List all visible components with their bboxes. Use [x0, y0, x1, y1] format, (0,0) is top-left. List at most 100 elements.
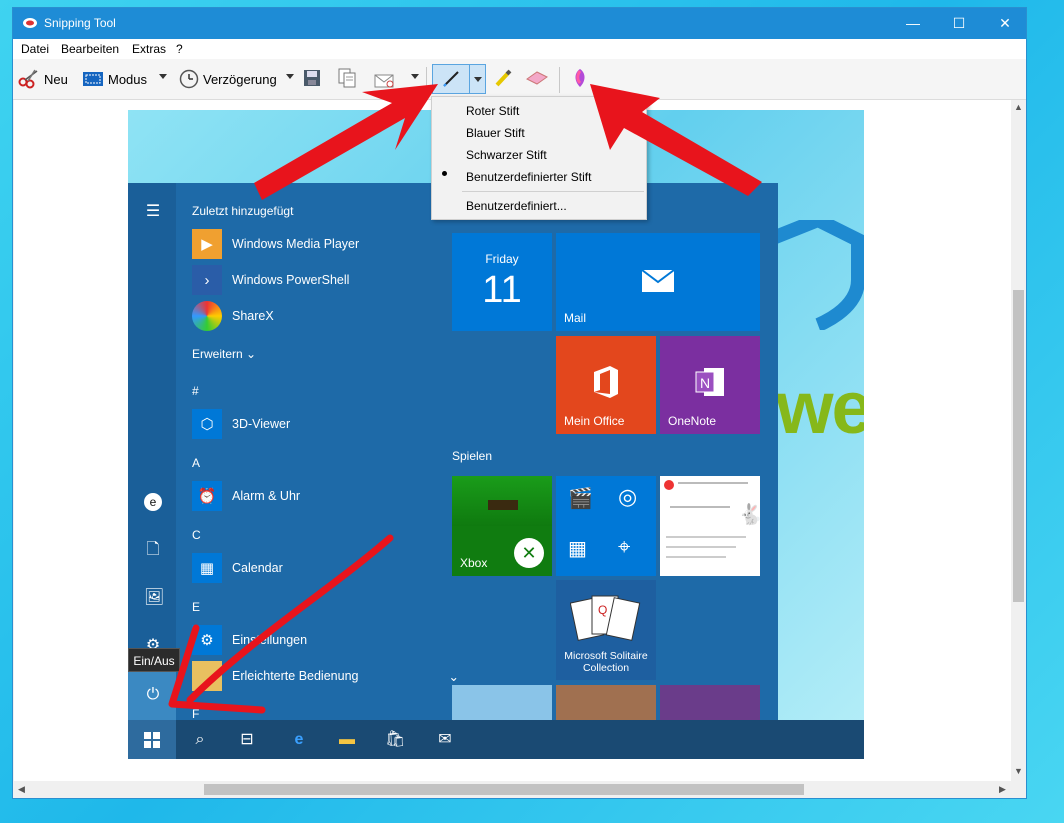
scroll-up-icon[interactable]: ▲: [1014, 102, 1023, 112]
app-3d-viewer[interactable]: ⬡ 3D-Viewer: [192, 408, 290, 440]
delay-dropdown-arrow-icon[interactable]: [286, 74, 294, 79]
expand-link[interactable]: Erweitern ⌄: [192, 347, 256, 361]
games-group-header: Spielen: [452, 449, 493, 463]
paint3d-icon[interactable]: [572, 67, 588, 89]
mode-dropdown-arrow-icon[interactable]: [159, 74, 167, 79]
maps-icon[interactable]: ⌖: [618, 534, 630, 560]
hamburger-icon[interactable]: ☰: [144, 203, 162, 221]
mode-label: Modus: [108, 71, 148, 87]
menu-extras[interactable]: Extras: [132, 42, 166, 56]
pen-dropdown-menu: Roter Stift Blauer Stift Schwarzer Stift…: [431, 96, 647, 220]
minimize-button[interactable]: —: [890, 8, 936, 39]
background-logo-text: we: [776, 366, 864, 449]
send-email-icon[interactable]: [373, 69, 397, 89]
taskbar: ⌕ ⊟ e ▬ 🛍 ✉: [128, 720, 864, 759]
calculator-icon[interactable]: ▦: [568, 536, 587, 561]
menu-item-red-pen[interactable]: Roter Stift: [466, 104, 519, 118]
vertical-scroll-thumb[interactable]: [1013, 290, 1024, 602]
office-icon: [594, 366, 618, 398]
onenote-icon: N: [695, 368, 724, 396]
toolbar-separator: [559, 67, 560, 93]
maximize-button[interactable]: ☐: [936, 8, 982, 39]
highlighter-icon[interactable]: [493, 68, 513, 88]
pictures-icon[interactable]: 🖼: [144, 589, 164, 607]
eraser-icon[interactable]: [525, 69, 549, 87]
chevron-down-icon: ⌄: [448, 669, 459, 684]
mail-taskbar-icon[interactable]: ✉: [435, 730, 455, 750]
menu-help[interactable]: ?: [176, 42, 183, 56]
tile-mein-office[interactable]: Mein Office: [556, 336, 656, 434]
save-icon[interactable]: [303, 69, 321, 87]
movies-icon[interactable]: 🎬: [568, 486, 593, 511]
pen-dropdown-arrow-icon[interactable]: [474, 77, 482, 82]
letter-header[interactable]: F: [192, 707, 199, 721]
playing-cards-icon: Q: [570, 595, 641, 641]
app-sharex[interactable]: ShareX: [192, 300, 274, 332]
app-alarm-clock[interactable]: ⏰ Alarm & Uhr: [192, 480, 300, 512]
delay-button[interactable]: Verzögerung: [179, 67, 277, 91]
app-accessibility[interactable]: Erleichterte Bedienung ⌄: [192, 660, 459, 692]
task-view-icon[interactable]: ⊟: [237, 730, 257, 750]
search-icon[interactable]: ⌕: [190, 730, 210, 750]
menu-item-customize[interactable]: Benutzerdefiniert...: [466, 199, 567, 213]
sharex-icon: [192, 301, 222, 331]
send-dropdown-arrow-icon[interactable]: [411, 74, 419, 79]
edge-icon[interactable]: e: [289, 730, 309, 750]
menu-bearbeiten[interactable]: Bearbeiten: [61, 42, 119, 56]
tile-small-group: 🎬 ◎ ▦ ⌖: [556, 476, 656, 576]
title-bar[interactable]: Snipping Tool — ☐ ✕: [13, 8, 1026, 39]
menu-bar: Datei Bearbeiten Extras ?: [13, 39, 1026, 59]
horizontal-scroll-thumb[interactable]: [204, 784, 804, 795]
tile-game-partial[interactable]: [660, 685, 760, 720]
letter-header[interactable]: C: [192, 528, 201, 542]
power-button[interactable]: ⏻: [128, 671, 176, 720]
scissors-icon: [18, 69, 38, 89]
horizontal-scrollbar[interactable]: ◀ ▶: [14, 781, 1011, 798]
tile-game-partial[interactable]: [556, 685, 656, 720]
rabbit-icon: 🐇: [738, 504, 763, 526]
rectangle-mode-icon: [83, 72, 103, 86]
tile-xbox[interactable]: Xbox ✕: [452, 476, 552, 576]
scroll-right-icon[interactable]: ▶: [999, 784, 1006, 795]
selected-bullet-icon: [442, 171, 447, 176]
alarm-clock-icon: ⏰: [192, 481, 222, 511]
cube-icon: ⬡: [192, 409, 222, 439]
app-windows-powershell[interactable]: › Windows PowerShell: [192, 264, 349, 296]
scroll-left-icon[interactable]: ◀: [18, 784, 25, 795]
tile-date: 11: [482, 269, 522, 311]
store-icon[interactable]: 🛍: [385, 730, 405, 750]
vertical-scrollbar[interactable]: ▲ ▼: [1011, 100, 1026, 781]
letter-header[interactable]: #: [192, 384, 199, 398]
menu-item-blue-pen[interactable]: Blauer Stift: [466, 126, 525, 140]
letter-header[interactable]: E: [192, 600, 200, 614]
tile-solitaire[interactable]: Q Microsoft Solitaire Collection: [556, 580, 656, 680]
app-label: Erleichterte Bedienung: [232, 669, 359, 683]
envelope-icon: [641, 269, 675, 292]
file-explorer-icon[interactable]: ▬: [337, 730, 357, 750]
tile-news-preview[interactable]: 🐇: [660, 476, 763, 576]
scroll-down-icon[interactable]: ▼: [1014, 766, 1023, 776]
mode-button[interactable]: Modus: [82, 67, 147, 91]
close-button[interactable]: ✕: [982, 8, 1028, 39]
pen-button[interactable]: [432, 64, 486, 94]
tile-mail[interactable]: Mail: [556, 233, 760, 331]
menu-datei[interactable]: Datei: [21, 42, 49, 56]
groove-music-icon[interactable]: ◎: [618, 484, 637, 510]
tile-onenote[interactable]: N OneNote: [660, 336, 760, 434]
tile-label: Microsoft Solitaire Collection: [564, 650, 648, 674]
letter-header[interactable]: A: [192, 456, 200, 470]
tile-calendar[interactable]: Friday 11: [452, 233, 552, 331]
start-button[interactable]: [128, 720, 176, 759]
documents-icon[interactable]: 🗋: [144, 541, 162, 559]
app-calendar[interactable]: ▦ Calendar: [192, 552, 283, 584]
user-avatar-icon[interactable]: e: [144, 493, 162, 511]
app-windows-media-player[interactable]: ▶ Windows Media Player: [192, 228, 359, 260]
tile-game-partial[interactable]: [452, 685, 552, 720]
copy-icon[interactable]: [337, 68, 357, 88]
menu-item-black-pen[interactable]: Schwarzer Stift: [466, 148, 547, 162]
new-button[interactable]: Neu: [18, 67, 68, 91]
calendar-icon: ▦: [192, 553, 222, 583]
app-settings[interactable]: ⚙ Einstellungen: [192, 624, 307, 656]
menu-item-custom-pen[interactable]: Benutzerdefinierter Stift: [466, 170, 591, 184]
tile-label: Mein Office: [564, 414, 625, 428]
